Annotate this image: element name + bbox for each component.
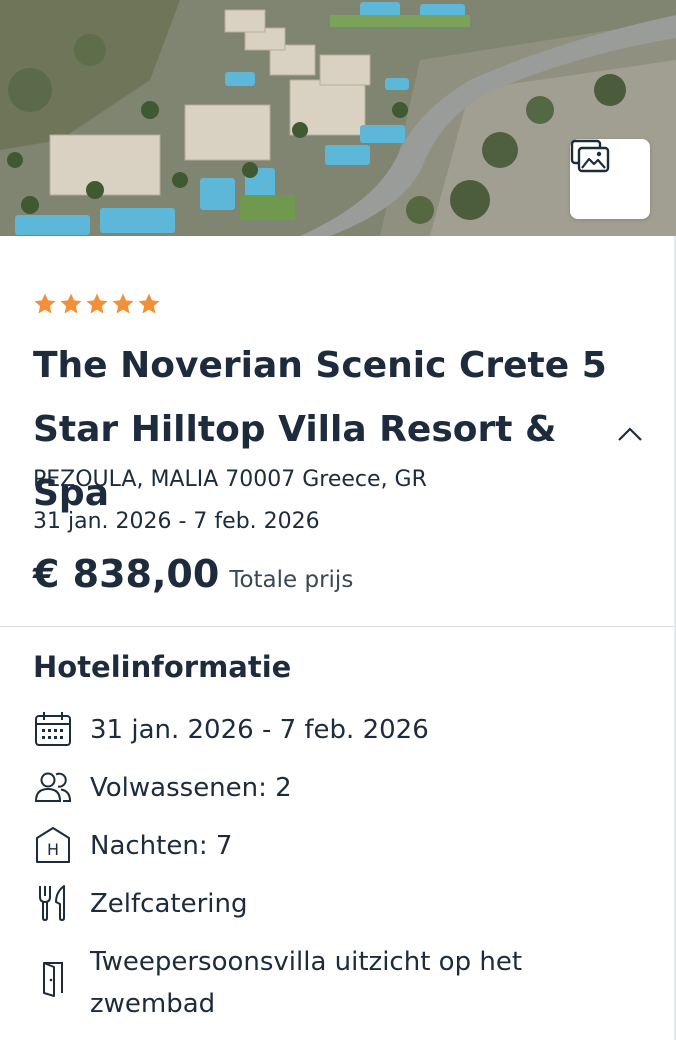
- star-icon: [86, 293, 108, 314]
- door-icon: [33, 959, 73, 999]
- info-item-adults: Volwassenen: 2: [33, 767, 610, 809]
- chevron-up-icon[interactable]: [616, 424, 644, 444]
- svg-text:H: H: [47, 840, 59, 859]
- total-price: € 838,00: [33, 552, 220, 596]
- photo-gallery-icon: [570, 139, 610, 173]
- info-item-nights: H Nachten: 7: [33, 825, 610, 867]
- stay-dates: 31 jan. 2026 - 7 feb. 2026: [33, 509, 320, 534]
- info-item-room: Tweepersoonsvilla uitzicht op het zwemba…: [33, 941, 610, 1025]
- star-icon: [112, 293, 134, 314]
- hotel-address: PEZOULA, MALIA 70007 Greece, GR: [33, 467, 427, 492]
- hotel-icon: H: [33, 825, 73, 865]
- hotel-photo[interactable]: [0, 0, 676, 236]
- star-icon: [34, 293, 56, 314]
- info-text: Tweepersoonsvilla uitzicht op het zwemba…: [90, 947, 523, 1019]
- info-text: Zelfcatering: [90, 889, 248, 919]
- star-icon: [138, 293, 160, 314]
- section-divider: [0, 626, 674, 627]
- info-item-catering: Zelfcatering: [33, 883, 610, 925]
- calendar-icon: [33, 709, 73, 749]
- star-rating: [33, 292, 161, 316]
- people-icon: [33, 767, 73, 807]
- price-row: € 838,00 Totale prijs: [33, 552, 353, 596]
- photo-gallery-button[interactable]: [570, 139, 650, 219]
- total-price-label: Totale prijs: [229, 567, 354, 593]
- info-text: 31 jan. 2026 - 7 feb. 2026: [90, 715, 429, 745]
- star-icon: [60, 293, 82, 314]
- info-text: Nachten: 7: [90, 831, 233, 861]
- fork-knife-icon: [33, 883, 73, 923]
- hotel-name: The Noverian Scenic Crete 5 Star Hilltop…: [33, 345, 607, 514]
- hotel-info-title: Hotelinformatie: [33, 650, 292, 684]
- info-item-dates: 31 jan. 2026 - 7 feb. 2026: [33, 709, 610, 751]
- info-text: Volwassenen: 2: [90, 773, 292, 803]
